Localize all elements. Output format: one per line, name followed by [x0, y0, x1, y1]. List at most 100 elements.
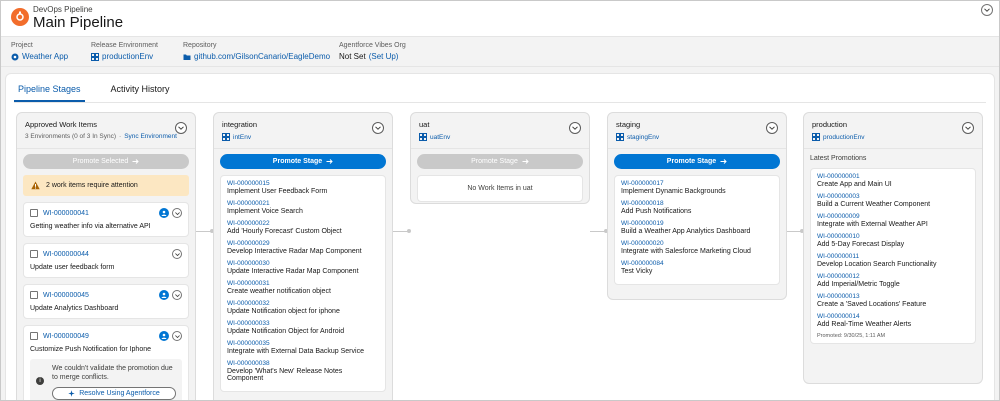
work-item-name: Implement Voice Search	[227, 208, 303, 215]
list-item: WI-000000015 Implement User Feedback Form	[227, 180, 379, 195]
work-item-id-link[interactable]: WI-000000021	[227, 200, 379, 207]
promote-stage-button[interactable]: Promote Stage	[417, 154, 583, 169]
work-item-name: Update Notification Object for Android	[227, 328, 345, 335]
work-item-id-link[interactable]: WI-000000029	[227, 240, 379, 247]
work-item-name: Develop Location Search Functionality	[817, 261, 937, 268]
integration-stage-column: integration intEnv Promote Stage WI-0000…	[213, 112, 393, 400]
user-icon[interactable]	[159, 290, 169, 300]
promote-stage-button[interactable]: Promote Stage	[220, 154, 386, 169]
work-item-name: Develop Interactive Radar Map Component	[227, 248, 362, 255]
vibes-org-value-row: Not Set (Set Up)	[339, 52, 406, 61]
project-link[interactable]: Weather App	[11, 52, 68, 61]
staging-column-body: Promote Stage WI-000000017 Implement Dyna…	[608, 154, 786, 291]
release-env-link[interactable]: productionEnv	[91, 52, 158, 61]
work-item-id-link[interactable]: WI-000000038	[227, 360, 379, 367]
arrow-right-icon	[522, 159, 529, 164]
merge-conflict-alert: i We couldn't validate the promotion due…	[30, 359, 182, 400]
staging-env-link[interactable]: stagingEnv	[616, 133, 778, 141]
work-item-id-link[interactable]: WI-000000044	[43, 251, 89, 258]
list-item: WI-000000010 Add 5-Day Forecast Display	[817, 233, 969, 248]
work-item-checkbox[interactable]	[30, 332, 38, 340]
work-item-id-link[interactable]: WI-000000003	[817, 193, 969, 200]
work-item-id-link[interactable]: WI-000000019	[621, 220, 773, 227]
stage-connector	[393, 229, 411, 233]
work-item-id-link[interactable]: WI-000000013	[817, 293, 969, 300]
arrow-right-icon	[132, 159, 140, 164]
resolve-label: Resolve Using Agentforce	[79, 389, 160, 397]
pipeline-main-card: Pipeline Stages Activity History Approve…	[5, 73, 995, 400]
approved-column-chevron-down-icon[interactable]	[175, 122, 187, 134]
production-env-link[interactable]: productionEnv	[812, 133, 974, 141]
work-item-id-link[interactable]: WI-000000015	[227, 180, 379, 187]
work-item-chevron-down-icon[interactable]	[172, 290, 182, 300]
list-item: WI-000000035 Integrate with External Data…	[227, 340, 379, 355]
work-item-id-link[interactable]: WI-000000031	[227, 280, 379, 287]
vibes-org-setup-link[interactable]: (Set Up)	[369, 52, 399, 61]
integration-column-chevron-down-icon[interactable]	[372, 122, 384, 134]
stage-connector	[196, 229, 214, 233]
work-item-id-link[interactable]: WI-000000049	[43, 333, 89, 340]
repository-label: Repository	[183, 42, 217, 49]
work-item-id-link[interactable]: WI-000000010	[817, 233, 969, 240]
work-item-name: Add Real-Time Weather Alerts	[817, 321, 912, 328]
integration-column-body: Promote Stage WI-000000015 Implement User…	[214, 154, 392, 398]
work-item-id-link[interactable]: WI-000000045	[43, 292, 89, 299]
work-item-id-link[interactable]: WI-000000033	[227, 320, 379, 327]
work-item-name: Add Push Notifications	[621, 208, 692, 215]
work-item-id-link[interactable]: WI-000000022	[227, 220, 379, 227]
work-item-checkbox[interactable]	[30, 209, 38, 217]
uat-column-body: Promote Stage No Work Items in uat	[411, 154, 589, 208]
uat-env-link[interactable]: uatEnv	[419, 133, 581, 141]
list-item: WI-000000030 Update Interactive Radar Map…	[227, 260, 379, 275]
work-item-checkbox[interactable]	[30, 291, 38, 299]
work-item-id-link[interactable]: WI-000000018	[621, 200, 773, 207]
release-env-value: productionEnv	[102, 52, 154, 61]
work-item-name: Update Interactive Radar Map Component	[227, 268, 359, 275]
tab-activity-history[interactable]: Activity History	[107, 84, 174, 102]
repository-link[interactable]: github.com/GilsonCanario/EagleDemo	[183, 52, 330, 61]
header-menu-chevron-down-icon[interactable]	[981, 4, 993, 16]
uat-column-header: uat uatEnv	[411, 113, 589, 149]
devops-pipeline-icon	[11, 8, 29, 26]
work-item-id-link[interactable]: WI-000000017	[621, 180, 773, 187]
work-item-id-link[interactable]: WI-000000001	[817, 173, 969, 180]
work-item-id-link[interactable]: WI-000000011	[817, 253, 969, 260]
status-separator: ·	[119, 133, 122, 140]
user-icon[interactable]	[159, 331, 169, 341]
work-item-name: Create App and Main UI	[817, 181, 892, 188]
work-item-actions	[159, 208, 182, 218]
user-icon[interactable]	[159, 208, 169, 218]
work-item-id-link[interactable]: WI-000000084	[621, 260, 773, 267]
list-item: WI-000000020 Integrate with Salesforce Ma…	[621, 240, 773, 255]
work-item-chevron-down-icon[interactable]	[172, 208, 182, 218]
work-item-id-link[interactable]: WI-000000012	[817, 273, 969, 280]
integration-env-value: intEnv	[233, 133, 252, 141]
work-item-id-link[interactable]: WI-000000020	[621, 240, 773, 247]
work-item-name: Integrate with Salesforce Marketing Clou…	[621, 248, 751, 255]
list-item: WI-000000019 Build a Weather App Analytic…	[621, 220, 773, 235]
resolve-using-agentforce-button[interactable]: Resolve Using Agentforce	[52, 386, 176, 400]
uat-column-chevron-down-icon[interactable]	[569, 122, 581, 134]
tab-pipeline-stages[interactable]: Pipeline Stages	[14, 84, 85, 102]
work-item-name: Test Vicky	[621, 268, 653, 275]
work-item-chevron-down-icon[interactable]	[172, 331, 182, 341]
work-item-card: WI-000000045 Update Analytics Dashboard	[23, 284, 189, 319]
sync-environment-link[interactable]: Sync Environment	[124, 133, 177, 140]
work-item-id-link[interactable]: WI-000000041	[43, 210, 89, 217]
promote-selected-button[interactable]: Promote Selected	[23, 154, 189, 169]
work-item-id-link[interactable]: WI-000000035	[227, 340, 379, 347]
work-item-id-link[interactable]: WI-000000032	[227, 300, 379, 307]
page-title: Main Pipeline	[33, 14, 124, 31]
work-item-id-link[interactable]: WI-000000009	[817, 213, 969, 220]
list-item: WI-000000018 Add Push Notifications	[621, 200, 773, 215]
work-item-id-link[interactable]: WI-000000030	[227, 260, 379, 267]
production-column-chevron-down-icon[interactable]	[962, 122, 974, 134]
integration-env-link[interactable]: intEnv	[222, 133, 384, 141]
work-item-id-link[interactable]: WI-000000014	[817, 313, 969, 320]
work-item-name: Update Analytics Dashboard	[30, 305, 119, 312]
work-item-chevron-down-icon[interactable]	[172, 249, 182, 259]
work-item-checkbox[interactable]	[30, 250, 38, 258]
promote-stage-button[interactable]: Promote Stage	[614, 154, 780, 169]
list-item: WI-000000014 Add Real-Time Weather Alerts	[817, 313, 969, 328]
staging-column-chevron-down-icon[interactable]	[766, 122, 778, 134]
